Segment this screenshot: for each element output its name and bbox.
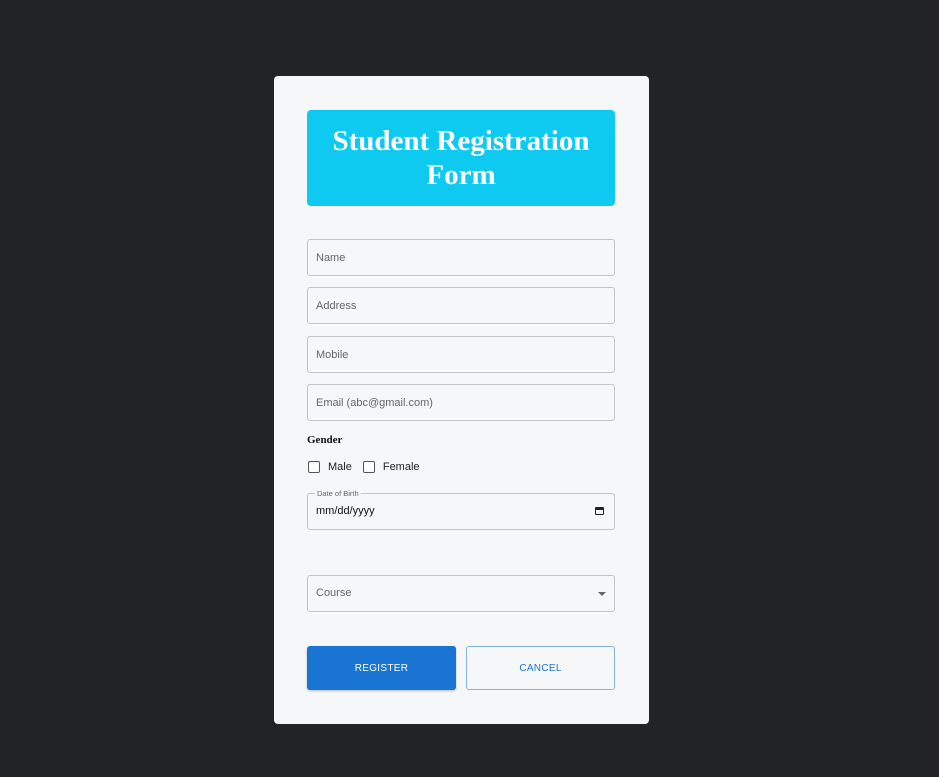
dob-field[interactable]: mm/dd/yyyy <box>307 493 615 530</box>
form-header: Student Registration Form <box>307 110 615 206</box>
gender-options: Male Female <box>308 461 431 473</box>
mobile-input[interactable] <box>308 337 614 372</box>
female-label: Female <box>382 461 420 473</box>
male-checkbox[interactable] <box>308 461 320 473</box>
mobile-field[interactable] <box>307 336 615 373</box>
registration-card: Student Registration Form Gender Male Fe… <box>274 76 649 724</box>
dob-legend: Date of Birth <box>315 489 361 498</box>
male-label: Male <box>328 461 352 473</box>
course-select[interactable]: Course <box>307 575 615 612</box>
name-field[interactable] <box>307 239 615 276</box>
calendar-icon[interactable] <box>595 507 604 515</box>
address-field[interactable] <box>307 287 615 324</box>
chevron-down-icon[interactable] <box>598 592 606 596</box>
register-button[interactable]: REGISTER <box>307 646 456 690</box>
name-input[interactable] <box>308 240 614 275</box>
form-title: Student Registration Form <box>332 125 590 191</box>
gender-female-option[interactable]: Female <box>362 461 420 473</box>
cancel-button[interactable]: CANCEL <box>466 646 615 690</box>
gender-male-option[interactable]: Male <box>308 461 352 473</box>
female-checkbox[interactable] <box>362 461 375 473</box>
dob-value: mm/dd/yyyy <box>316 505 375 517</box>
gender-label: Gender <box>307 434 343 446</box>
email-field[interactable] <box>307 384 615 421</box>
address-input[interactable] <box>308 288 614 323</box>
email-input[interactable] <box>308 385 614 420</box>
course-label: Course <box>316 587 352 599</box>
